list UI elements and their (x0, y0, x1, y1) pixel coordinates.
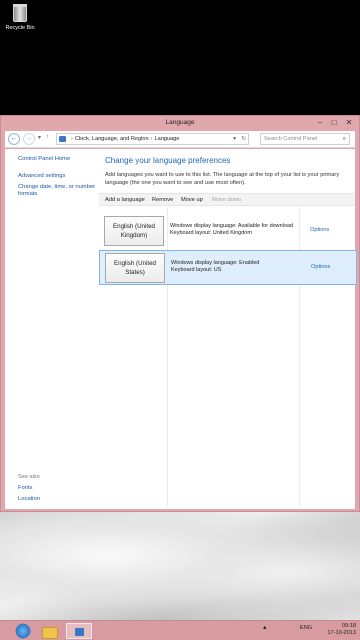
move-down-button[interactable]: Move down (212, 197, 241, 203)
breadcrumb-separator: › (150, 136, 153, 142)
search-input[interactable]: Search Control Panel ⌕ (260, 133, 350, 145)
recycle-bin-shortcut[interactable]: Recycle Bin (4, 4, 36, 31)
window-title: Language (165, 119, 195, 126)
tray-overflow-icon[interactable]: ▲ (262, 625, 268, 631)
title-bar[interactable]: Language – □ ✕ (1, 116, 359, 131)
advanced-settings-link[interactable]: Advanced settings (18, 173, 65, 180)
options-link[interactable]: Options (311, 264, 330, 270)
remove-button[interactable]: Remove (152, 197, 173, 203)
refresh-icon[interactable]: ↻ (241, 134, 246, 144)
breadcrumb-item-clock-language-region[interactable]: Clock, Language, and Region (75, 136, 149, 142)
breadcrumb[interactable]: › Clock, Language, and Region › Language ▾ … (56, 133, 249, 145)
content-area: Control Panel Home Advanced settings Cha… (5, 149, 357, 509)
sidebar: Control Panel Home Advanced settings Cha… (5, 149, 96, 509)
back-button[interactable]: ← (8, 133, 20, 145)
recycle-bin-label: Recycle Bin (5, 25, 35, 31)
control-panel-taskbar-icon[interactable] (66, 623, 92, 639)
search-placeholder: Search Control Panel (264, 136, 318, 142)
location-link[interactable]: Location (18, 496, 40, 503)
breadcrumb-item-language[interactable]: Language (154, 136, 179, 142)
language-row-english-uk[interactable]: English (United Kingdom) Windows display… (99, 214, 355, 249)
input-language-indicator[interactable]: ENG (300, 625, 312, 631)
page-title: Change your language preferences (105, 156, 231, 165)
clock-time: 09:18 (342, 623, 356, 629)
see-also-label: See also (18, 474, 40, 480)
move-up-button[interactable]: Move up (181, 197, 203, 203)
chevron-down-icon[interactable]: ▾ (233, 134, 236, 144)
add-language-button[interactable]: Add a language (105, 197, 145, 203)
desktop-wallpaper (0, 512, 360, 620)
language-toolbar: Add a language Remove Move up Move down (99, 193, 355, 206)
up-button[interactable]: ↑ (46, 134, 49, 140)
forward-button[interactable]: → (23, 133, 35, 145)
clock[interactable]: 09:18 17-10-2013 (322, 623, 356, 637)
breadcrumb-separator: › (71, 136, 73, 142)
change-date-time-formats-link[interactable]: Change date, time, or number formats (18, 184, 96, 198)
file-explorer-icon[interactable] (40, 623, 58, 639)
language-name-button[interactable]: English (United States) (105, 253, 165, 283)
keyboard-layout: Keyboard layout: United Kingdom (170, 230, 252, 236)
language-info: Windows display language: Enabled Keyboa… (171, 260, 259, 274)
internet-explorer-icon[interactable] (14, 623, 32, 639)
intro-text: Add languages you want to use to this li… (105, 172, 340, 186)
control-panel-home-link[interactable]: Control Panel Home (18, 156, 70, 163)
recycle-bin-icon (13, 4, 27, 22)
language-name-button[interactable]: English (United Kingdom) (104, 216, 164, 246)
close-button[interactable]: ✕ (343, 117, 355, 128)
language-info: Windows display language: Available for … (170, 223, 293, 237)
control-panel-icon (59, 136, 66, 142)
maximize-button[interactable]: □ (328, 117, 340, 128)
display-language-status: Windows display language: Available for … (170, 223, 294, 229)
search-icon[interactable]: ⌕ (343, 134, 346, 144)
minimize-button[interactable]: – (314, 117, 326, 128)
address-bar: ← → ▾ ↑ › Clock, Language, and Region › Lan… (5, 131, 355, 148)
taskbar: ▲ ENG 09:18 17-10-2013 (0, 620, 360, 640)
clock-date: 17-10-2013 (327, 630, 356, 636)
fonts-link[interactable]: Fonts (18, 485, 33, 492)
main-panel: Change your language preferences Add lan… (99, 149, 357, 509)
recent-pages-button[interactable]: ▾ (38, 134, 41, 141)
display-language-status: Windows display language: Enabled (171, 260, 260, 266)
keyboard-layout: Keyboard layout: US (171, 267, 222, 273)
language-row-english-us[interactable]: English (United States) Windows display … (99, 250, 357, 285)
options-link[interactable]: Options (310, 227, 329, 233)
language-window: Language – □ ✕ ← → ▾ ↑ › Clock, Language,… (0, 115, 360, 512)
